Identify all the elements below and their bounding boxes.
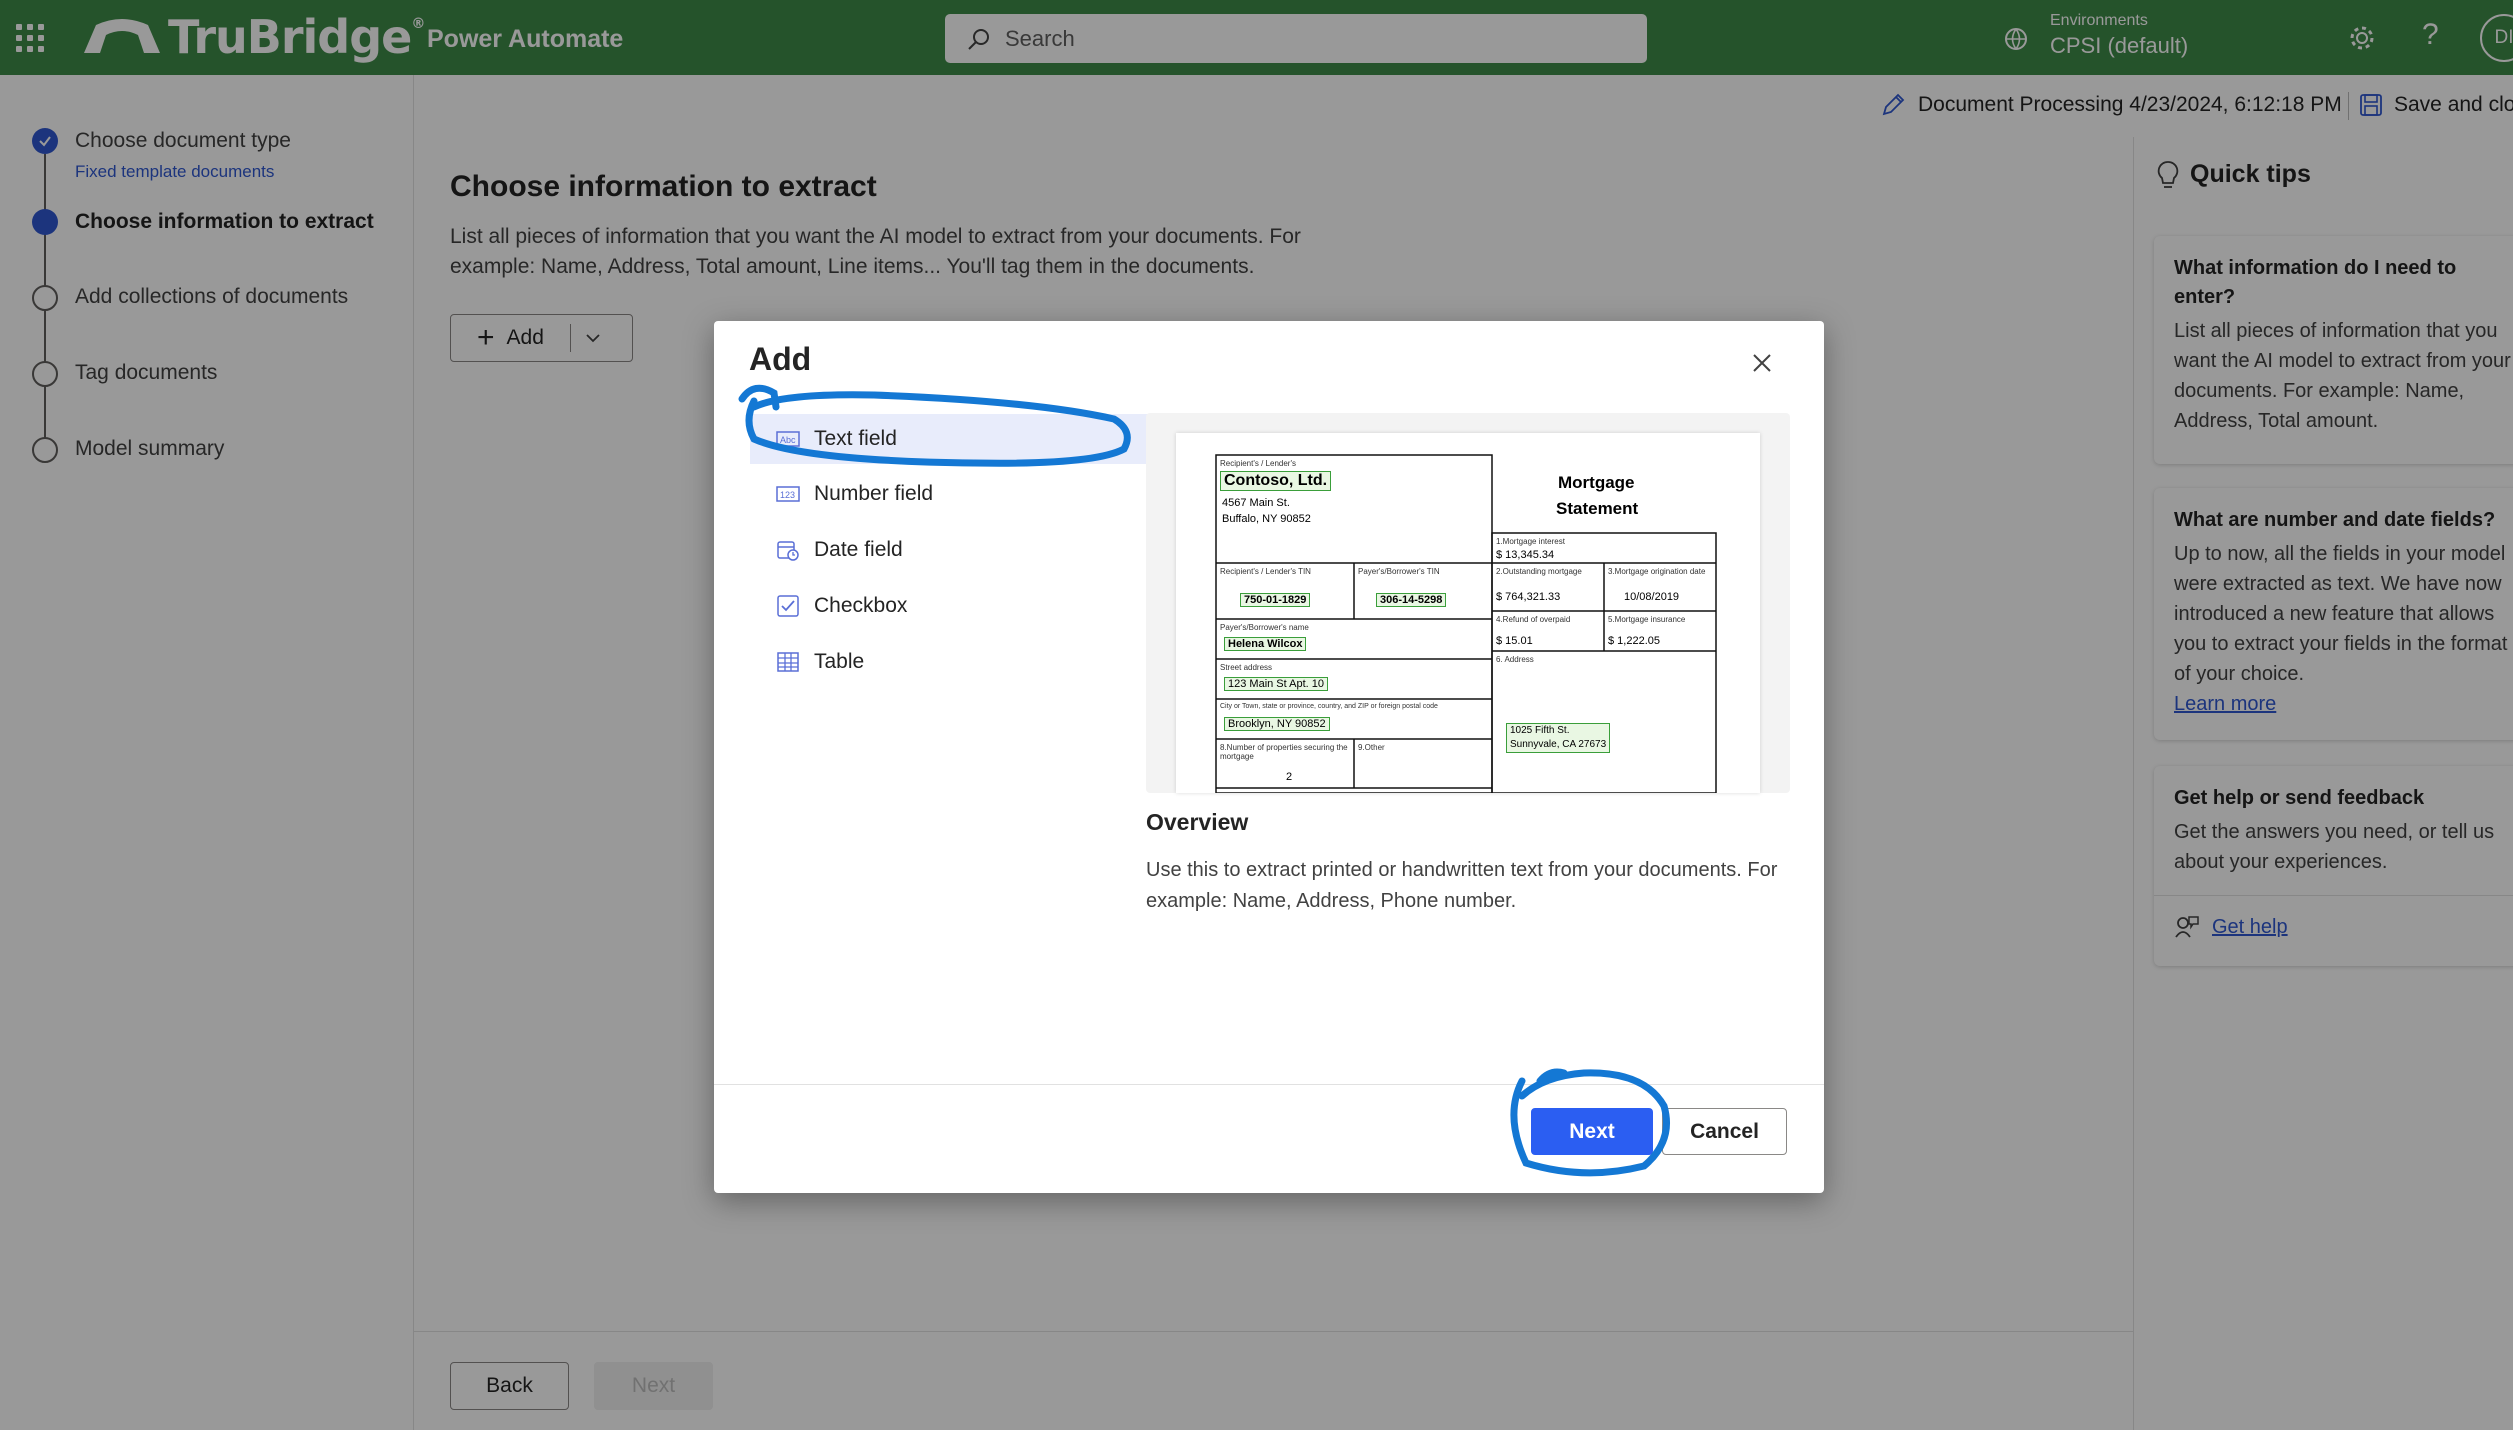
close-icon[interactable] bbox=[1750, 351, 1774, 375]
dialog-next-button[interactable]: Next bbox=[1531, 1108, 1653, 1155]
add-field-dialog: Add Abc Text field 123 Number field Date… bbox=[714, 321, 1824, 1193]
preview-tin-tag: 306-14-5298 bbox=[1376, 593, 1447, 607]
preview-company-tag: Contoso, Ltd. bbox=[1220, 471, 1332, 491]
text-field-icon: Abc bbox=[776, 431, 800, 447]
dialog-footer-divider bbox=[714, 1084, 1824, 1085]
overview-description: Use this to extract printed or handwritt… bbox=[1146, 859, 1778, 912]
preview-tin-tag: 750-01-1829 bbox=[1240, 593, 1311, 607]
overview-title: Overview bbox=[1146, 809, 1249, 835]
date-field-icon bbox=[777, 541, 799, 561]
dialog-cancel-button[interactable]: Cancel bbox=[1662, 1108, 1787, 1155]
table-icon bbox=[777, 652, 799, 672]
svg-text:Abc: Abc bbox=[780, 435, 796, 445]
mortgage-statement-preview: Recipient's / Lender's Contoso, Ltd. 456… bbox=[1176, 433, 1760, 793]
svg-text:123: 123 bbox=[780, 490, 795, 500]
checkbox-icon bbox=[777, 595, 799, 617]
dialog-title: Add bbox=[749, 341, 812, 377]
number-field-icon: 123 bbox=[776, 486, 800, 502]
preview-address-tag: 1025 Fifth St. Sunnyvale, CA 27673 bbox=[1506, 723, 1611, 753]
preview-street-tag: 123 Main St Apt. 10 bbox=[1224, 677, 1329, 691]
preview-city-tag: Brooklyn, NY 90852 bbox=[1224, 717, 1330, 731]
preview-name-tag: Helena Wilcox bbox=[1224, 637, 1307, 651]
